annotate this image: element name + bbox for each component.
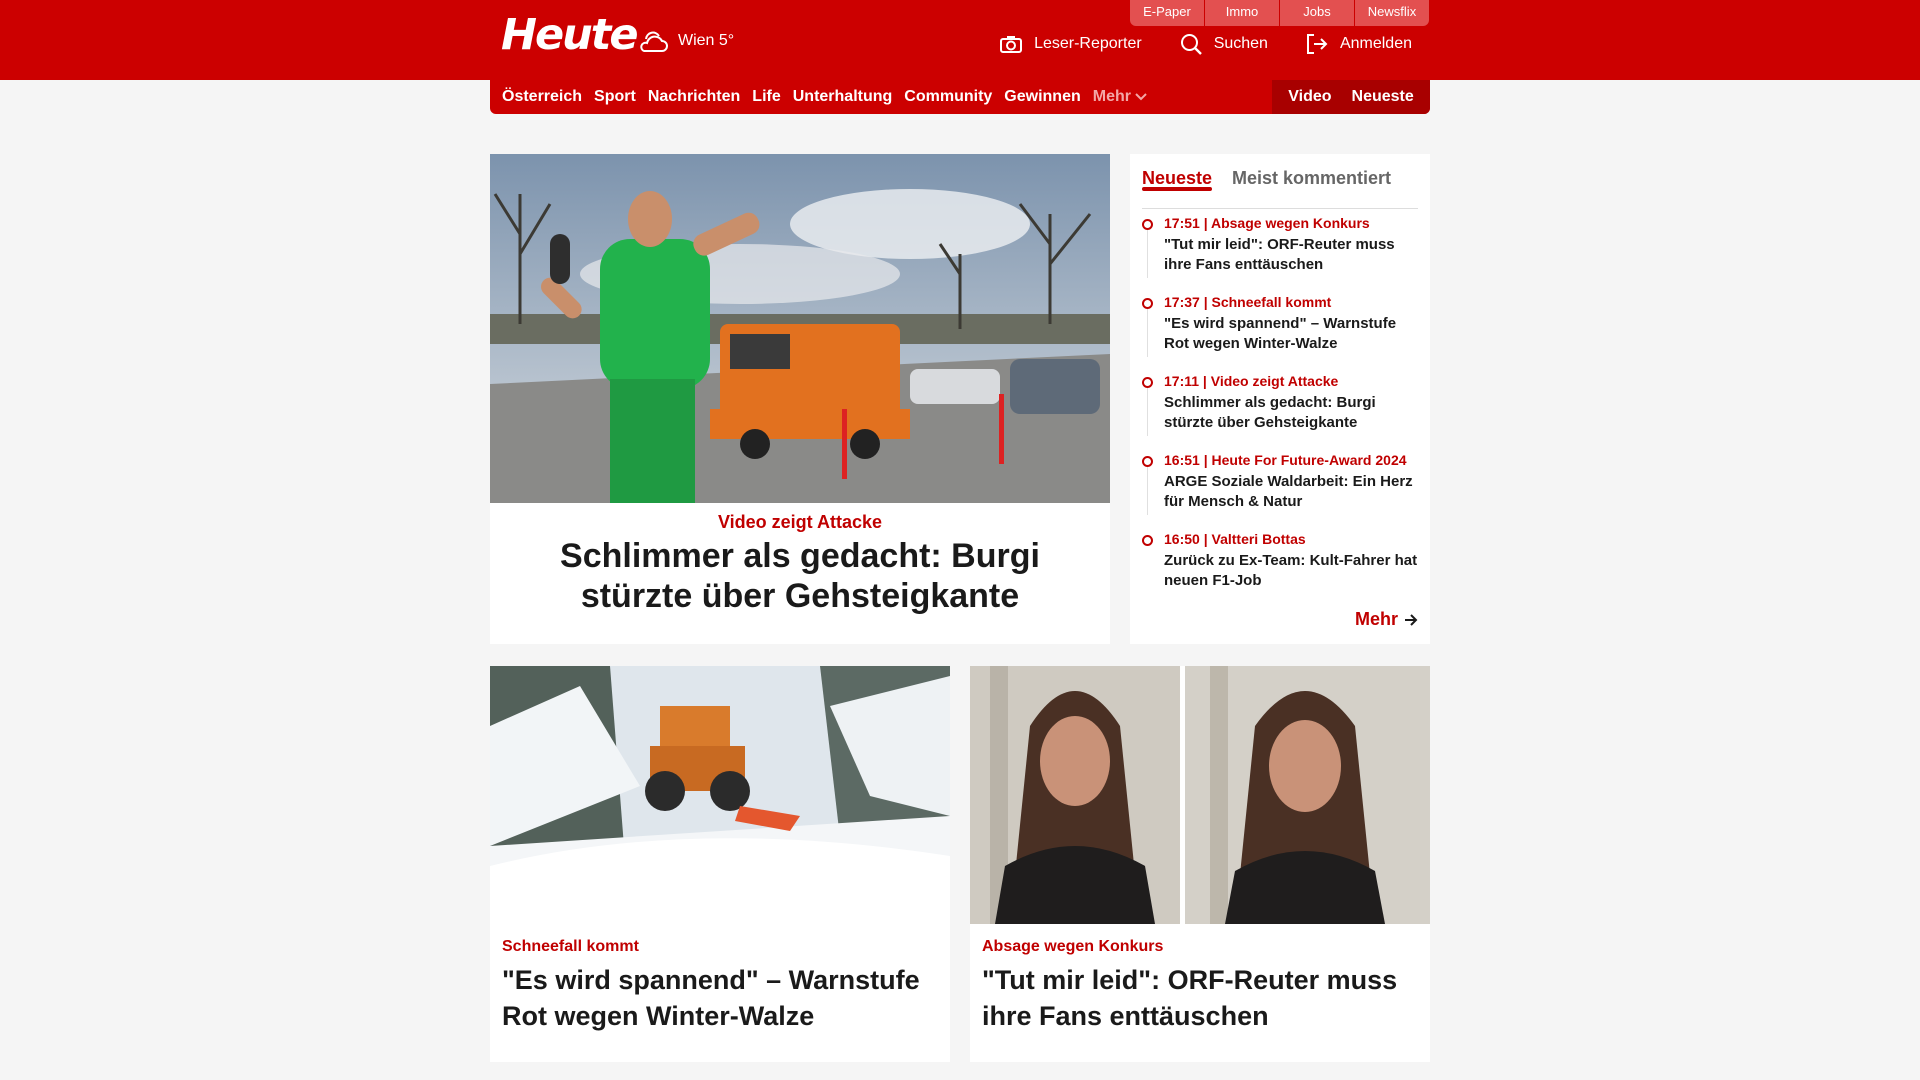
main-navigation: Österreich Sport Nachrichten Life Unterh… <box>490 80 1430 114</box>
camera-icon <box>1000 36 1023 53</box>
card-kicker: Schneefall kommt <box>502 938 639 955</box>
jobs-link[interactable]: Jobs <box>1280 0 1354 26</box>
feed-item-meta: 16:51 | Heute For Future-Award 2024 <box>1164 452 1407 468</box>
latest-news-sidebar: Neueste Meist kommentiert 17:51 | Absage… <box>1130 154 1430 644</box>
hero-title[interactable]: Schlimmer als gedacht: Burgi stürzte übe… <box>510 536 1090 616</box>
feed-item-headline[interactable]: Schlimmer als gedacht: Burgi stürzte übe… <box>1164 393 1422 433</box>
sidebar-tabs: Neueste Meist kommentiert <box>1142 164 1418 209</box>
presenter-image <box>970 666 1430 924</box>
chevron-down-icon <box>1135 93 1147 101</box>
feed-item[interactable]: 16:50 | Valtteri Bottas Zurück zu Ex-Tea… <box>1142 530 1422 609</box>
search-label: Suchen <box>1213 35 1268 52</box>
nav-item-nachrichten[interactable]: Nachrichten <box>648 88 740 106</box>
feed-item-headline[interactable]: ARGE Soziale Waldarbeit: Ein Herz für Me… <box>1164 472 1422 512</box>
feed-item-headline[interactable]: "Es wird spannend" – Warnstufe Rot wegen… <box>1164 314 1422 354</box>
timeline-dot <box>1142 456 1153 467</box>
header-actions: Leser-Reporter Suchen Anmelden <box>962 33 1412 55</box>
snowplow-image <box>490 666 950 924</box>
sidebar-more-label: Mehr <box>1354 609 1398 629</box>
feed-item[interactable]: 17:37 | Schneefall kommt "Es wird spanne… <box>1142 293 1422 372</box>
hero-article[interactable]: Video zeigt Attacke Schlimmer als gedach… <box>490 154 1110 644</box>
article-card[interactable]: Absage wegen Konkurs "Tut mir leid": ORF… <box>970 666 1430 1062</box>
weather-widget[interactable]: Wien 5° <box>638 27 734 55</box>
timeline-line <box>1147 467 1148 515</box>
nav-item-sport[interactable]: Sport <box>594 88 636 106</box>
nav-item-life[interactable]: Life <box>752 88 780 106</box>
nav-more-label: Mehr <box>1092 88 1131 105</box>
nav-item-gewinnen[interactable]: Gewinnen <box>1004 88 1080 106</box>
timeline-line <box>1147 230 1148 278</box>
arrow-right-icon <box>1405 613 1418 626</box>
leser-reporter-button[interactable]: Leser-Reporter <box>1000 35 1142 53</box>
epaper-link[interactable]: E-Paper <box>1130 0 1204 26</box>
feed-item[interactable]: 17:11 | Video zeigt Attacke Schlimmer al… <box>1142 372 1422 451</box>
tab-neueste[interactable]: Neueste <box>1142 168 1213 191</box>
feed-item-meta: 17:37 | Schneefall kommt <box>1164 294 1332 310</box>
leser-reporter-label: Leser-Reporter <box>1034 35 1142 52</box>
hero-kicker: Video zeigt Attacke <box>717 512 883 532</box>
timeline-line <box>1147 309 1148 357</box>
feed-item-headline[interactable]: "Tut mir leid": ORF-Reuter muss ihre Fan… <box>1164 235 1422 275</box>
timeline-dot <box>1142 377 1153 388</box>
nav-item-unterhaltung[interactable]: Unterhaltung <box>793 88 893 106</box>
card-title[interactable]: "Es wird spannend" – Warnstufe Rot wegen… <box>502 962 922 1034</box>
nav-right-section: Video Neueste <box>1272 80 1430 114</box>
site-header: E-Paper Immo Jobs Newsflix Heute Wien 5°… <box>0 0 1920 80</box>
news-feed-list: 17:51 | Absage wegen Konkurs "Tut mir le… <box>1142 214 1422 609</box>
active-tab-indicator <box>1142 187 1212 191</box>
login-icon <box>1306 34 1328 54</box>
nav-more-dropdown[interactable]: Mehr <box>1093 88 1147 106</box>
nav-item-oesterreich[interactable]: Österreich <box>502 88 582 106</box>
feed-item-meta: 17:11 | Video zeigt Attacke <box>1164 373 1339 389</box>
nav-neueste-link[interactable]: Neueste <box>1352 88 1414 106</box>
timeline-line <box>1147 388 1148 436</box>
nav-video-link[interactable]: Video <box>1288 88 1331 106</box>
timeline-dot <box>1142 219 1153 230</box>
cloud-sun-icon <box>640 31 668 52</box>
feed-item-meta: 17:51 | Absage wegen Konkurs <box>1164 215 1370 231</box>
feed-item[interactable]: 16:51 | Heute For Future-Award 2024 ARGE… <box>1142 451 1422 530</box>
tab-meist-kommentiert[interactable]: Meist kommentiert <box>1232 168 1391 189</box>
card-kicker: Absage wegen Konkurs <box>982 938 1164 955</box>
immo-link[interactable]: Immo <box>1205 0 1279 26</box>
weather-text: Wien 5° <box>678 32 735 49</box>
nav-item-community[interactable]: Community <box>904 88 992 106</box>
card-title[interactable]: "Tut mir leid": ORF-Reuter muss ihre Fan… <box>982 962 1402 1034</box>
feed-item-meta: 16:50 | Valtteri Bottas <box>1164 531 1306 547</box>
top-service-bar: E-Paper Immo Jobs Newsflix <box>1130 0 1429 26</box>
login-button[interactable]: Anmelden <box>1306 34 1412 54</box>
search-button[interactable]: Suchen <box>1180 33 1268 55</box>
hero-image <box>490 154 1110 503</box>
timeline-dot <box>1142 535 1153 546</box>
tab-neueste-label: Neueste <box>1142 168 1213 188</box>
heute-logo[interactable]: Heute <box>501 12 638 58</box>
feed-item-headline[interactable]: Zurück zu Ex-Team: Kult-Fahrer hat neuen… <box>1164 551 1422 591</box>
login-label: Anmelden <box>1339 35 1412 52</box>
article-card[interactable]: Schneefall kommt "Es wird spannend" – Wa… <box>490 666 950 1062</box>
timeline-dot <box>1142 298 1153 309</box>
newsflix-link[interactable]: Newsflix <box>1355 0 1429 26</box>
sidebar-more-link[interactable]: Mehr <box>1355 609 1418 630</box>
feed-item[interactable]: 17:51 | Absage wegen Konkurs "Tut mir le… <box>1142 214 1422 293</box>
search-icon <box>1180 34 1202 55</box>
